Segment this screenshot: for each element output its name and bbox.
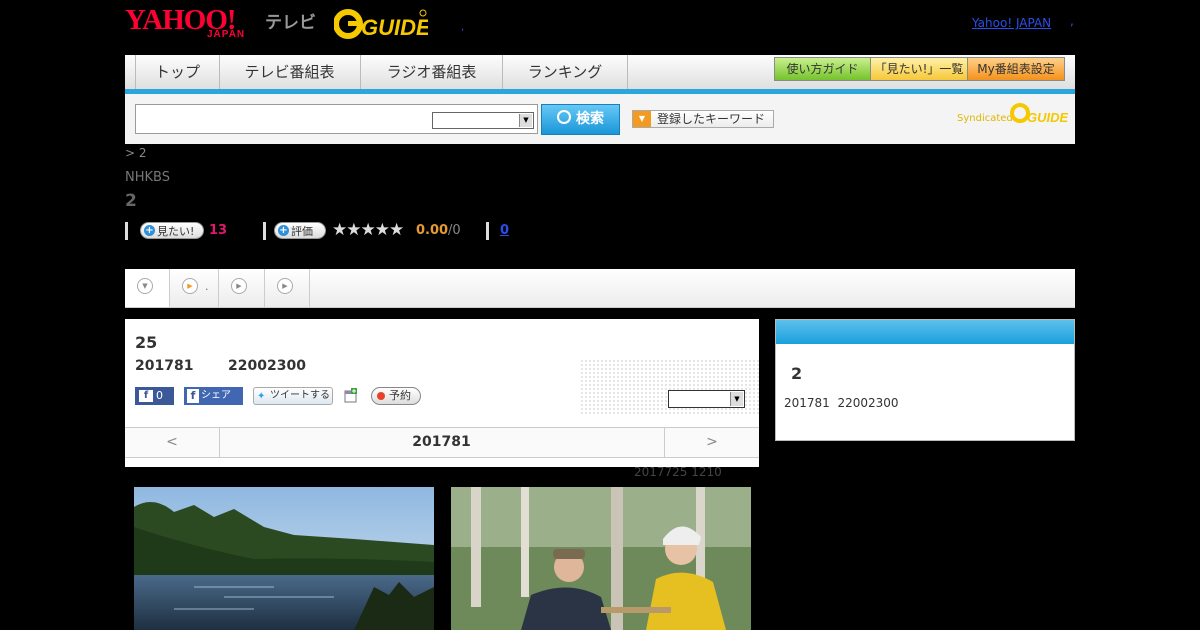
mitai-button[interactable]: + 見たい! <box>140 222 204 239</box>
facebook-like-count: 0 <box>156 389 163 402</box>
svg-text:GUIDE: GUIDE <box>361 15 428 40</box>
my-schedule-settings-button[interactable]: My番組表設定 <box>967 57 1065 81</box>
search-button[interactable]: 検索 <box>541 104 620 135</box>
syndicated-label: Syndicated <box>957 113 1013 124</box>
program-tab-strip: ▼ ▶ . ▶ ▶ <box>125 269 1075 308</box>
tab-second-label: . <box>205 280 209 293</box>
episode-number: 25 <box>135 333 158 352</box>
breadcrumb[interactable]: > 2 <box>125 146 147 160</box>
rating-button-label: 評価 <box>291 225 313 238</box>
registered-keywords-label: 登録したキーワード <box>657 112 766 126</box>
header-trailing-mark: , <box>1070 14 1074 28</box>
main-nav: トップ テレビ番組表 ラジオ番組表 ランキング 使い方ガイド 「見たい!」一覧 … <box>125 55 1075 94</box>
sidebar-panel: 2 201781 22002300 <box>775 319 1075 441</box>
plus-icon: + <box>144 225 155 236</box>
facebook-share-button[interactable]: f シェア <box>184 387 243 405</box>
divider <box>125 222 128 240</box>
tweet-button[interactable]: ✦ ツイートする <box>253 387 333 405</box>
rating-button[interactable]: + 評価 <box>274 222 326 239</box>
nav-tab-ranking[interactable]: ランキング <box>503 55 628 89</box>
rating-total: /0 <box>448 223 461 238</box>
mitai-list-button[interactable]: 「見たい!」一覧 <box>870 57 968 81</box>
sidebar-time: 22002300 <box>837 396 899 410</box>
chevron-down-icon: ▼ <box>137 278 153 294</box>
plus-icon: + <box>278 225 289 236</box>
tab-third[interactable]: ▶ <box>219 269 265 307</box>
tweet-label: ツイートする <box>270 390 330 401</box>
record-dot-icon <box>377 392 385 400</box>
sidebar-date: 201781 <box>784 396 830 410</box>
yahoo-japan-link[interactable]: Yahoo! JAPAN <box>972 16 1051 30</box>
triangle-down-icon: ▼ <box>633 111 651 127</box>
prev-date-button[interactable]: < <box>125 428 220 457</box>
divider <box>263 222 266 240</box>
sidebar-header <box>776 320 1074 344</box>
header-separator: , <box>461 22 465 33</box>
updated-timestamp: 2017725 1210 <box>634 465 722 479</box>
usage-guide-button[interactable]: 使い方ガイド <box>774 57 871 81</box>
people-photo <box>451 487 751 630</box>
rating-score: 0.00 <box>416 223 449 238</box>
chevron-down-icon: ▼ <box>519 114 532 127</box>
play-icon: ▶ <box>182 278 198 294</box>
nav-tab-top[interactable]: トップ <box>135 55 220 89</box>
registered-keywords-button[interactable]: ▼ 登録したキーワード <box>632 110 774 128</box>
lake-photo <box>134 487 434 630</box>
broadcast-detail-panel: 25 201781 22002300 f0 f シェア ✦ ツイートする 予約 … <box>125 319 760 467</box>
pager-current-date: 201781 <box>412 434 471 450</box>
search-bar: ▼ 検索 ▼ 登録したキーワード Syndicated GUIDE <box>125 94 1075 144</box>
tab-fourth[interactable]: ▶ <box>265 269 310 307</box>
review-count-link[interactable]: 0 <box>500 223 509 238</box>
twitter-bird-icon: ✦ <box>257 391 266 402</box>
tv-label[interactable]: テレビ <box>265 8 316 33</box>
svg-text:GUIDE: GUIDE <box>1027 110 1068 125</box>
program-title: 2 <box>125 191 137 211</box>
search-icon <box>557 110 571 124</box>
tab-second[interactable]: ▶ . <box>170 269 219 307</box>
facebook-like-button[interactable]: f0 <box>135 387 174 405</box>
play-icon: ▶ <box>231 278 247 294</box>
sidebar-title: 2 <box>791 364 803 383</box>
channel-name: NHKBS <box>125 170 170 185</box>
broadcast-date: 201781 <box>135 358 194 374</box>
rating-stars: ★★★★★ <box>332 220 404 240</box>
sidebar-datetime: 201781 22002300 <box>784 396 899 410</box>
yahoo-logo-sub: JAPAN <box>207 29 246 40</box>
reserve-device-select[interactable]: ▼ <box>668 390 745 408</box>
syndicated-gguide-logo: GUIDE <box>1010 102 1069 126</box>
tab-detail[interactable]: ▼ <box>125 269 170 307</box>
calendar-add-icon[interactable] <box>344 388 358 403</box>
nav-tab-tv-schedule[interactable]: テレビ番組表 <box>219 55 361 89</box>
facebook-icon: f <box>187 389 199 403</box>
chevron-down-icon: ▼ <box>730 392 743 406</box>
reserve-label: 予約 <box>389 389 411 402</box>
facebook-icon: f <box>139 390 153 402</box>
search-button-label: 検索 <box>576 111 604 127</box>
mitai-count: 13 <box>209 223 228 238</box>
facebook-share-label: シェア <box>201 390 231 401</box>
next-date-button[interactable]: > <box>664 428 759 457</box>
divider <box>486 222 489 240</box>
date-pager: < 201781 > <box>125 427 759 458</box>
broadcast-time: 22002300 <box>228 358 306 374</box>
nav-tab-radio-schedule[interactable]: ラジオ番組表 <box>361 55 503 89</box>
search-category-select[interactable]: ▼ <box>432 112 534 129</box>
mitai-button-label: 見たい! <box>157 225 195 238</box>
play-icon: ▶ <box>277 278 293 294</box>
reserve-button[interactable]: 予約 <box>371 387 421 405</box>
gguide-logo[interactable]: GUIDE <box>333 7 432 41</box>
